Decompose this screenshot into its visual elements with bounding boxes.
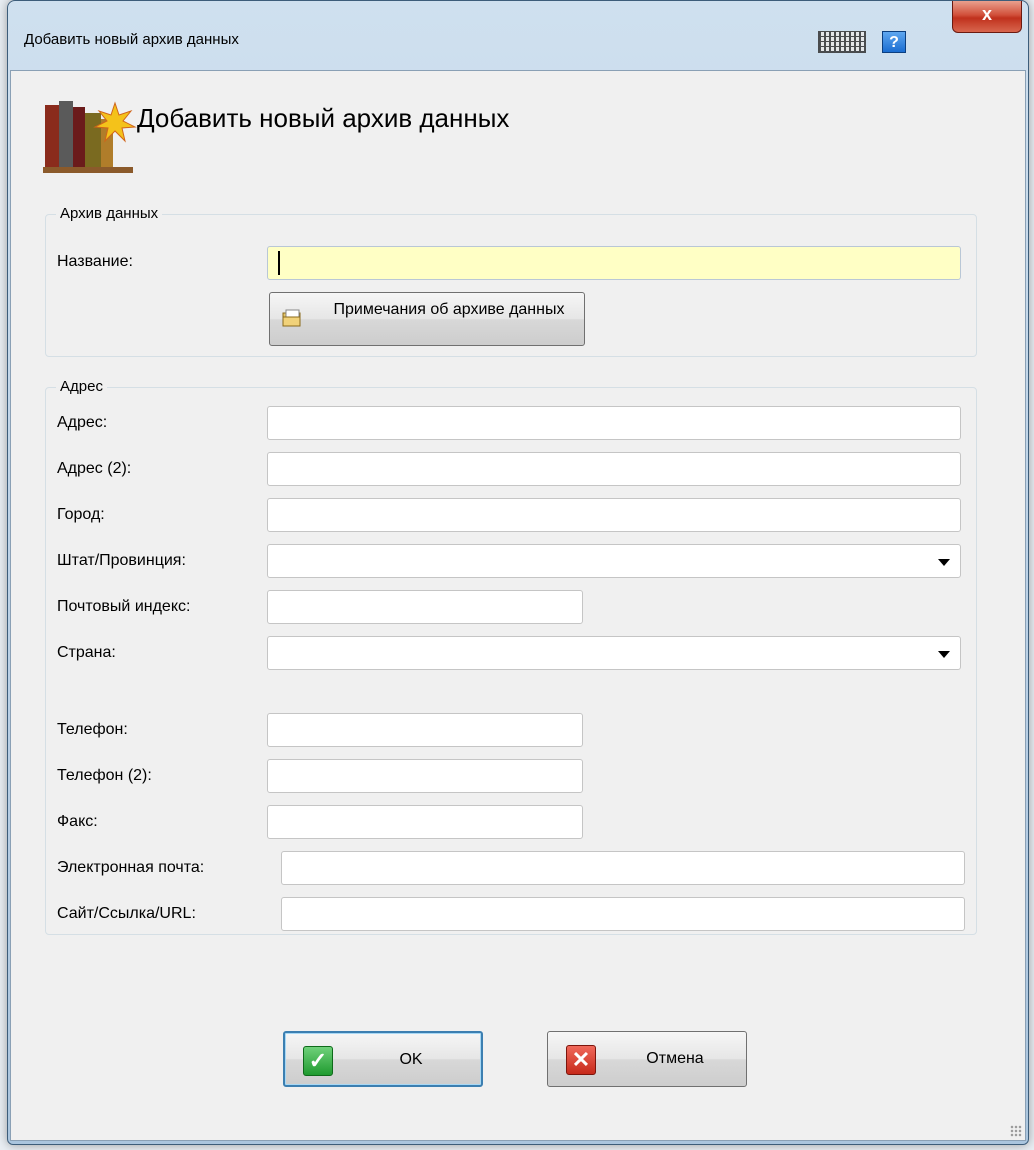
window-title: Добавить новый архив данных (24, 31, 239, 48)
resize-grip-icon[interactable] (1010, 1125, 1022, 1137)
address2-field[interactable] (267, 452, 961, 486)
folder-notes-icon (282, 309, 301, 327)
country-label: Страна: (57, 644, 116, 661)
website-field[interactable] (281, 897, 965, 931)
country-dropdown[interactable] (267, 636, 961, 670)
postal-code-field[interactable] (267, 590, 583, 624)
fax-label: Факс: (57, 813, 98, 830)
cancel-button-label: Отмена (646, 1050, 704, 1067)
chevron-down-icon (938, 651, 950, 658)
address-group-title: Адрес (56, 378, 107, 395)
archive-notes-button-label: Примечания об архиве данных (333, 301, 565, 318)
cancel-button[interactable]: ✕ Отмена (547, 1031, 747, 1087)
address-field[interactable] (267, 406, 961, 440)
close-button[interactable]: x (952, 1, 1022, 33)
address2-label: Адрес (2): (57, 460, 132, 477)
page-title: Добавить новый архив данных (137, 103, 510, 133)
website-label: Сайт/Ссылка/URL: (57, 905, 196, 922)
state-dropdown[interactable] (267, 544, 961, 578)
name-field[interactable] (267, 246, 961, 280)
city-field[interactable] (267, 498, 961, 532)
ok-button-label: OK (399, 1051, 423, 1068)
ok-button[interactable]: ✓ OK (283, 1031, 483, 1087)
state-label: Штат/Провинция: (57, 552, 186, 569)
text-caret (278, 251, 280, 275)
fax-field[interactable] (267, 805, 583, 839)
archive-notes-button[interactable]: Примечания об архиве данных (269, 292, 585, 346)
phone2-label: Телефон (2): (57, 767, 152, 784)
name-label: Название: (57, 253, 133, 270)
email-field[interactable] (281, 851, 965, 885)
address-label: Адрес: (57, 414, 108, 431)
phone-label: Телефон: (57, 721, 128, 738)
books-archive-icon (43, 101, 137, 173)
phone-field[interactable] (267, 713, 583, 747)
email-label: Электронная почта: (57, 859, 205, 876)
chevron-down-icon (938, 559, 950, 566)
dialog-window: Добавить новый архив данных ? x Добавить… (7, 0, 1029, 1145)
phone2-field[interactable] (267, 759, 583, 793)
dialog-client-area: Добавить новый архив данных Архив данных… (10, 70, 1026, 1141)
cross-icon: ✕ (566, 1045, 596, 1075)
help-icon[interactable]: ? (882, 31, 906, 53)
city-label: Город: (57, 506, 105, 523)
checkmark-icon: ✓ (303, 1046, 333, 1076)
keyboard-icon[interactable] (818, 31, 866, 53)
archive-group-title: Архив данных (56, 205, 163, 222)
postal-label: Почтовый индекс: (57, 598, 191, 615)
